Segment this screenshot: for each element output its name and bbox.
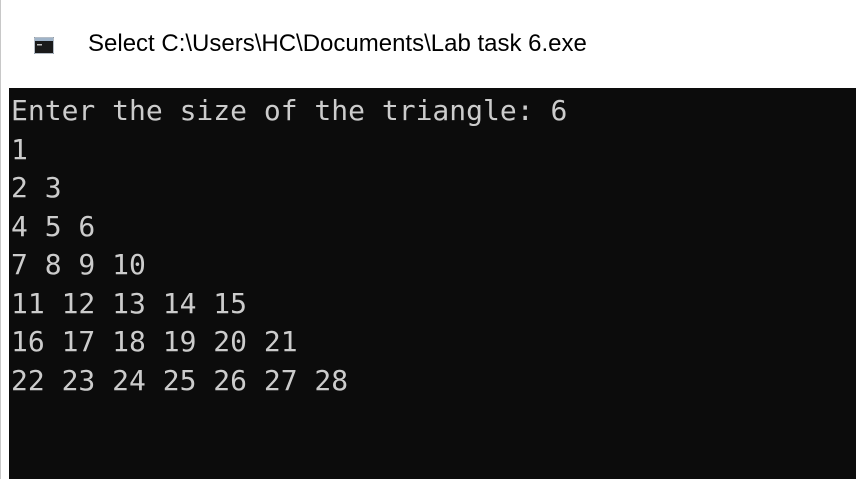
console-app-icon <box>34 37 54 54</box>
console-line-prompt: Enter the size of the triangle: 6 <box>11 94 568 127</box>
console-line: 7 8 9 10 <box>11 248 146 281</box>
console-line: 2 3 <box>11 171 62 204</box>
console-line: 22 23 24 25 26 27 28 <box>11 363 349 397</box>
console-output-area[interactable]: Enter the size of the triangle: 6 1 2 3 … <box>9 88 856 479</box>
console-line: 11 12 13 14 15 <box>11 286 248 320</box>
console-line: 1 <box>11 132 28 166</box>
console-line: 16 17 18 19 20 21 <box>11 325 298 358</box>
console-line: 4 5 6 <box>11 209 96 243</box>
console-window: Select C:\Users\HC\Documents\Lab task 6.… <box>0 0 856 479</box>
window-title: Select C:\Users\HC\Documents\Lab task 6.… <box>88 30 587 57</box>
console-lines: Enter the size of the triangle: 6 1 2 3 … <box>11 92 567 400</box>
title-bar[interactable]: Select C:\Users\HC\Documents\Lab task 6.… <box>1 0 856 88</box>
